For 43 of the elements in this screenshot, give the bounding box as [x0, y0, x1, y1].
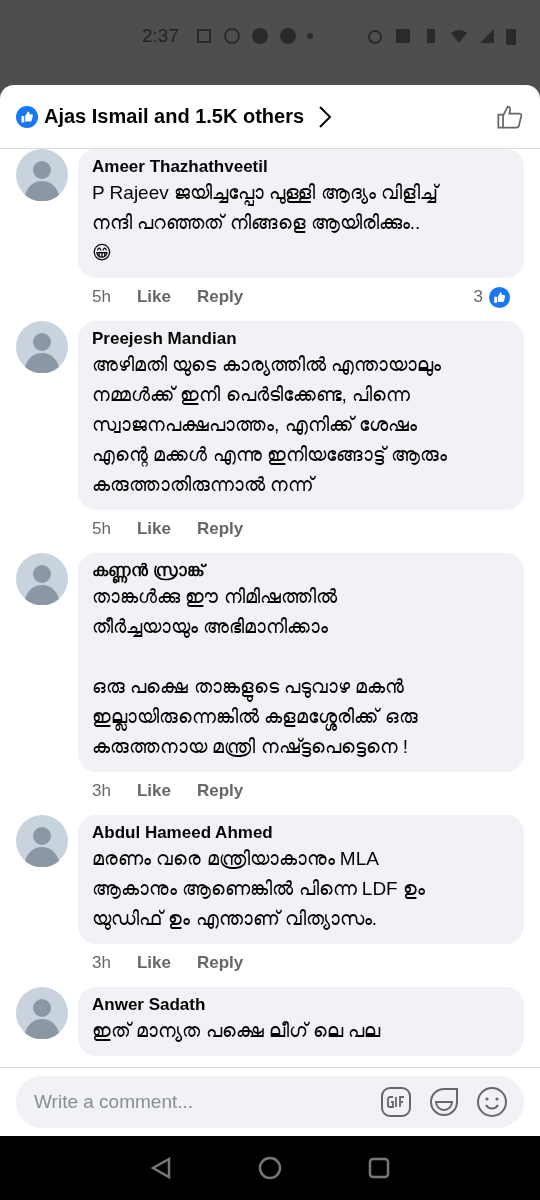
avatar: [16, 987, 68, 1039]
reply-link[interactable]: Reply: [196, 781, 244, 801]
comment-author[interactable]: Preejesh Mandian: [92, 328, 510, 350]
like-link[interactable]: Like: [136, 781, 171, 801]
comment-author[interactable]: Ameer Thazhathveetil: [92, 156, 510, 178]
comment-box[interactable]: Write a comment...: [16, 1076, 524, 1128]
like-link[interactable]: Like: [136, 287, 171, 307]
comment-time: 3h: [92, 953, 111, 973]
signal-icon: [478, 27, 496, 45]
emoji-icon[interactable]: [476, 1086, 508, 1118]
reply-link[interactable]: Reply: [196, 953, 244, 973]
reply-link[interactable]: Reply: [196, 519, 244, 539]
comment-author[interactable]: Anwer Sadath: [92, 994, 510, 1016]
avatar: [16, 815, 68, 867]
like-link[interactable]: Like: [136, 519, 171, 539]
reaction-count: 3: [473, 287, 483, 307]
comment-time: 5h: [92, 519, 111, 539]
gif-icon[interactable]: [380, 1086, 412, 1118]
chevron-right-icon[interactable]: [318, 104, 333, 129]
reactions-summary[interactable]: Ajas Ismail and 1.5K others: [44, 105, 305, 128]
sticker-icon[interactable]: [428, 1086, 460, 1118]
like-icon: [16, 105, 38, 128]
back-icon[interactable]: [150, 1156, 172, 1180]
comment-text: അഴിമതി യുടെ കാര്യത്തിൽ എന്തായാലും നമ്മൾക്ക് ഇനി പെർടിക്കേണ്ട, പിന്നെ സ്വാജനപക്ഷപാത്തം, എനിക്ക് ശേഷം എന്റെ മക്കൾ എന്നു ഇനിയങ്ങോട്ട് ആരും കരുത്താതിരുന്നാൽ നന്ന്: [92, 353, 449, 497]
avatar: [16, 149, 68, 201]
comment-time: 5h: [92, 287, 111, 307]
comment-time: 3h: [92, 781, 111, 801]
like-icon: [489, 286, 510, 308]
comment-text: P Rajeev ജയിച്ചപ്പോ പുള്ളി ആദ്യം വിളിച്ച് നന്ദി പറഞ്ഞത് നിങ്ങളെ ആയിരിക്കും.. 😁: [92, 181, 441, 265]
comment-author[interactable]: കണ്ണൻ സ്രാങ്ക്: [92, 560, 510, 582]
dot-icon: [307, 33, 313, 39]
like-link[interactable]: Like: [136, 953, 171, 973]
comment-text: ഇത് മാന്യത പക്ഷെ ലീഗ് ലെ പല: [92, 1019, 382, 1044]
avatar: [16, 553, 68, 605]
comment-text: താങ്കൾക്കു ഈ നിമിഷത്തിൽ തീർച്ചയായും അഭിമാനിക്കാം ഒരു പക്ഷെ താങ്കളുടെ പടുവാഴ മകൻ ഇല്ലായിരുന്നെങ്കിൽ കളമശ്ശേരിക്ക് ഒരു കരുത്തനായ മന്ത്രി നഷ്ട്ടപെട്ടെനെ !: [92, 585, 419, 759]
reply-link[interactable]: Reply: [196, 287, 244, 307]
battery-icon: [506, 27, 516, 45]
wifi-icon: [450, 27, 468, 45]
avatar: [16, 321, 68, 373]
recents-icon[interactable]: [368, 1157, 390, 1179]
comment-author[interactable]: Abdul Hameed Ahmed: [92, 822, 510, 844]
comment-text: മരണം വരെ മന്ത്രിയാകാനും MLA ആകാനും ആണെങ്കിൽ പിന്നെ LDF ഉം യുഡിഫ് ഉം എന്താണ് വിത്യാസം.: [92, 847, 426, 932]
home-icon[interactable]: [258, 1156, 282, 1180]
